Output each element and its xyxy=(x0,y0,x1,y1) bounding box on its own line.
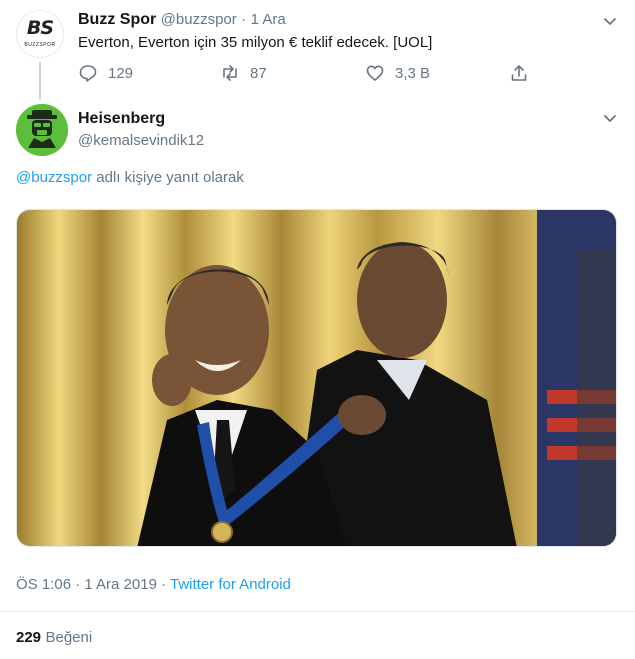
thread-line xyxy=(39,62,41,100)
buzzspor-logo-subtext: BUZZSPOR xyxy=(24,42,56,48)
reply-more-chevron-icon[interactable] xyxy=(600,108,620,128)
parent-tweet-header: Buzz Spor @buzzspor · 1 Ara xyxy=(78,11,286,29)
tweet-source-link[interactable]: Twitter for Android xyxy=(170,576,291,593)
reply-icon xyxy=(79,65,97,82)
tweet-photo[interactable] xyxy=(16,209,617,547)
retweet-icon xyxy=(223,65,237,81)
heisenberg-avatar[interactable] xyxy=(16,104,68,156)
likes-label: Beğeni xyxy=(45,629,93,646)
replying-to: @buzzspor adlı kişiye yanıt olarak xyxy=(16,169,244,186)
reply-author-handle[interactable]: @kemalsevindik12 xyxy=(78,132,204,149)
reply-count: 129 xyxy=(108,64,134,82)
tweet-metadata: ÖS 1:06 · 1 Ara 2019 · Twitter for Andro… xyxy=(16,576,291,593)
retweet-count: 87 xyxy=(250,64,267,82)
heart-icon xyxy=(366,65,384,81)
reply-action[interactable]: 129 xyxy=(78,63,133,83)
reply-to-suffix: adlı kişiye yanıt olarak xyxy=(92,169,244,186)
meta-separator: · xyxy=(156,576,170,593)
like-count: 3,3 B xyxy=(395,64,431,82)
share-icon xyxy=(511,65,527,81)
share-action[interactable] xyxy=(509,63,529,83)
parent-more-chevron-icon[interactable] xyxy=(600,11,620,31)
divider xyxy=(0,611,635,612)
likes-summary[interactable]: 229 Beğeni xyxy=(16,629,92,647)
medal-ceremony-image xyxy=(17,210,616,546)
parent-separator: · xyxy=(241,11,247,28)
parent-author-name[interactable]: Buzz Spor xyxy=(78,11,156,28)
parent-author-handle[interactable]: @buzzspor xyxy=(161,11,237,28)
reply-author-name[interactable]: Heisenberg xyxy=(78,110,165,128)
likes-count: 229 xyxy=(16,629,42,646)
like-action[interactable]: 3,3 B xyxy=(365,63,430,83)
buzzspor-logo-text: BS xyxy=(26,17,54,39)
buzzspor-avatar[interactable]: BS BUZZSPOR xyxy=(16,10,64,58)
heisenberg-face-icon xyxy=(16,104,68,156)
retweet-action[interactable]: 87 xyxy=(220,63,267,83)
reply-to-mention-link[interactable]: @buzzspor xyxy=(16,169,92,186)
parent-time[interactable]: 1 Ara xyxy=(251,11,286,28)
parent-tweet-text: Everton, Everton için 35 milyon € teklif… xyxy=(78,34,433,51)
tweet-timestamp[interactable]: ÖS 1:06 · 1 Ara 2019 xyxy=(16,576,157,593)
